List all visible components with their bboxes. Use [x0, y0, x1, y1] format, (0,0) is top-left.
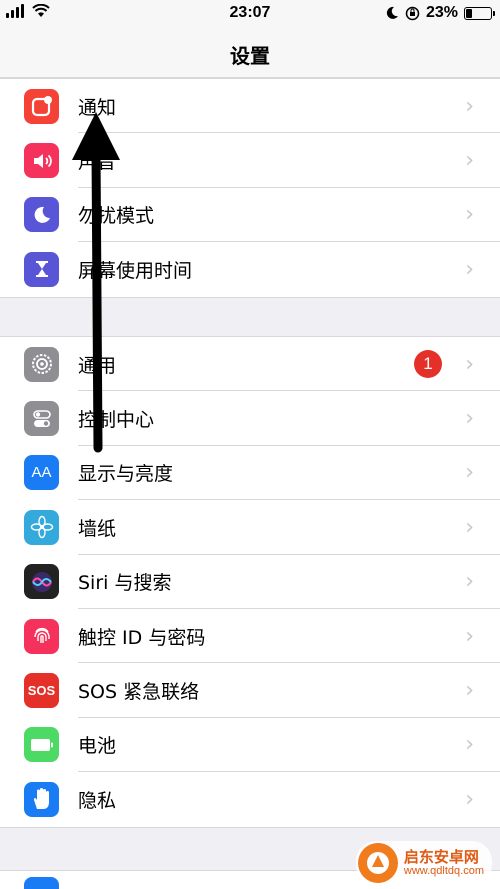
watermark-text: 启东安卓网 www.qdltdq.com [404, 849, 484, 878]
settings-item-label: 屏幕使用时间 [78, 259, 193, 282]
settings-item-sound[interactable]: 声音 › [0, 133, 500, 188]
battery-percent: 23% [425, 4, 458, 21]
siri-icon [24, 564, 59, 600]
moon-icon [24, 197, 59, 233]
watermark-url: www.qdltdq.com [403, 865, 484, 878]
chevron-right-icon: › [465, 678, 474, 704]
settings-item-control-center[interactable]: 控制中心 › [0, 391, 500, 446]
settings-item-label: 通知 [78, 96, 117, 119]
settings-item-label: SOS 紧急联络 [78, 681, 200, 704]
status-right: 23% [385, 4, 495, 22]
settings-item-do-not-disturb[interactable]: 勿扰模式 › [0, 188, 500, 243]
watermark-title: 启东安卓网 [403, 847, 479, 866]
chevron-right-icon: › [465, 202, 474, 228]
battery-icon [464, 6, 495, 20]
settings-item-screen-time[interactable]: 屏幕使用时间 › [0, 242, 500, 296]
chevron-right-icon: › [465, 786, 474, 812]
settings-item-battery[interactable]: 电池 › [0, 718, 500, 773]
settings-item-label: 隐私 [78, 789, 117, 812]
orientation-lock-icon [405, 6, 420, 20]
notification-badge: 1 [414, 350, 442, 379]
sos-icon: SOS [24, 673, 59, 709]
settings-group-1: 通知 › 声音 › 勿扰模式 › 屏幕使用时间 › [0, 78, 500, 298]
settings-item-general[interactable]: 通用 1 › [0, 337, 500, 392]
hand-icon [24, 781, 59, 817]
toggles-icon [24, 401, 59, 437]
gear-icon [24, 346, 59, 382]
settings-item-siri-search[interactable]: Siri 与搜索 › [0, 555, 500, 609]
hourglass-icon [24, 251, 59, 287]
chevron-right-icon: › [465, 148, 474, 174]
flower-icon [24, 509, 59, 545]
chevron-right-icon: › [465, 623, 474, 649]
settings-item-label: 通用 [78, 354, 117, 377]
battery-icon [24, 727, 59, 763]
settings-item-label: 控制中心 [78, 409, 155, 432]
chevron-right-icon: › [465, 460, 474, 486]
chevron-right-icon: › [465, 351, 474, 377]
notifications-icon [24, 88, 59, 124]
chevron-right-icon: › [465, 514, 474, 540]
settings-item-privacy[interactable]: 隐私 › [0, 772, 500, 826]
chevron-right-icon: › [465, 732, 474, 758]
status-bar: 23:07 23% [0, 0, 500, 27]
watermark: 启东安卓网 www.qdltdq.com [355, 841, 492, 885]
battery-fill [466, 8, 472, 18]
settings-item-touch-id-passcode[interactable]: 触控 ID 与密码 › [0, 609, 500, 664]
chevron-right-icon: › [465, 569, 474, 595]
page-title: 设置 [230, 44, 270, 68]
settings-item-label: 声音 [78, 151, 117, 174]
settings-item-display-brightness[interactable]: AA 显示与亮度 › [0, 446, 500, 501]
app-store-icon [24, 877, 59, 889]
aa-text-icon: AA [24, 455, 59, 491]
settings-item-wallpaper[interactable]: 墙纸 › [0, 500, 500, 555]
settings-item-label: 显示与亮度 [78, 463, 174, 486]
chevron-right-icon: › [465, 256, 474, 282]
settings-item-label: 墙纸 [78, 517, 117, 540]
fingerprint-icon [24, 618, 59, 654]
nav-bar: 设置 [0, 27, 500, 78]
moon-icon [386, 6, 398, 19]
watermark-logo [357, 843, 398, 883]
settings-item-label: 勿扰模式 [78, 205, 155, 228]
sound-icon [24, 143, 59, 179]
chevron-right-icon: › [465, 406, 474, 432]
settings-item-notifications[interactable]: 通知 › [0, 79, 500, 134]
settings-group-2: 通用 1 › 控制中心 › AA 显示与亮度 › 墙纸 › Siri 与搜索 ›… [0, 336, 500, 828]
settings-item-sos[interactable]: SOS SOS 紧急联络 › [0, 663, 500, 718]
settings-item-label: Siri 与搜索 [78, 572, 172, 595]
chevron-right-icon: › [465, 93, 474, 119]
settings-item-label: 触控 ID 与密码 [78, 626, 206, 649]
settings-item-label: 电池 [78, 735, 117, 758]
